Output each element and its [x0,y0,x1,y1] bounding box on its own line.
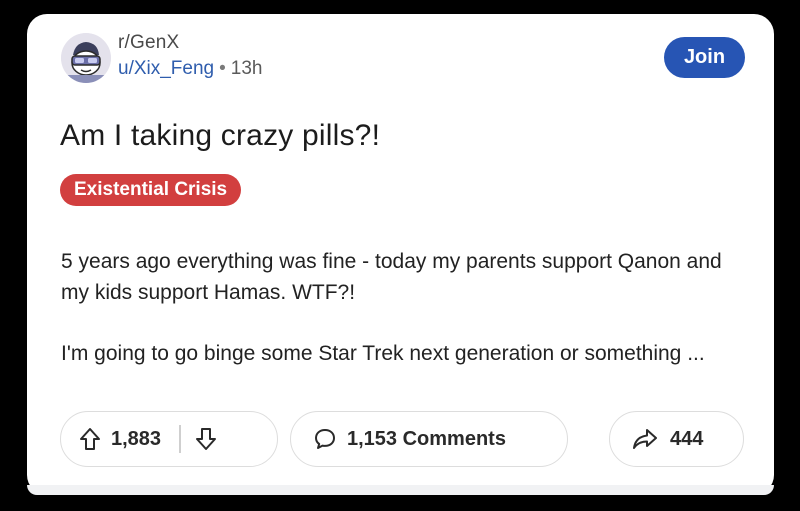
comments-count: 1,153 Comments [347,427,506,450]
speech-bubble-icon [313,427,337,451]
post-body-paragraph: 5 years ago everything was fine - today … [61,250,722,304]
post-card[interactable]: r/GenX u/Xix_Feng • 13h Join Am I taking c… [27,14,774,495]
post-age: 13h [230,58,263,79]
join-button[interactable]: Join [664,37,745,78]
arrow-up-icon[interactable] [79,427,101,451]
meta-separator: • [219,58,226,79]
subreddit-avatar-icon[interactable] [61,33,111,83]
post-meta: u/Xix_Feng • 13h [118,58,262,80]
share-button[interactable]: 444 [609,411,744,467]
comments-button[interactable]: 1,153 Comments [290,411,568,467]
post-title[interactable]: Am I taking crazy pills?! [60,119,380,153]
share-count: 444 [670,427,704,450]
vote-divider [179,425,181,453]
vote-count: 1,883 [111,427,162,450]
share-arrow-icon [632,428,658,450]
flair-badge[interactable]: Existential Crisis [60,174,242,206]
subreddit-name[interactable]: r/GenX [118,32,179,54]
post-body-paragraph: I'm going to go binge some Star Trek nex… [61,342,705,365]
card-bottom-strip [27,485,774,495]
author-link[interactable]: u/Xix_Feng [118,58,214,79]
arrow-down-icon[interactable] [195,427,217,451]
vote-bar: 1,883 [60,411,278,467]
